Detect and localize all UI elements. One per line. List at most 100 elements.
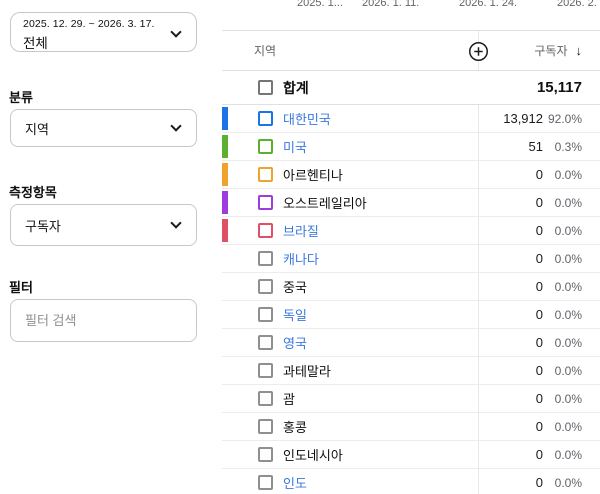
table-body: 대한민국 13,912 92.0% 미국 51 0.3% 아르헨티나 0 0.0… xyxy=(222,105,600,494)
subscriber-percent: 0.0% xyxy=(543,392,582,406)
table-row: 홍콩 0 0.0% xyxy=(222,413,600,441)
sort-descending-icon: ↓ xyxy=(576,43,583,58)
table-row: 오스트레일리아 0 0.0% xyxy=(222,189,600,217)
chevron-down-icon xyxy=(170,120,181,131)
row-checkbox[interactable] xyxy=(258,391,273,406)
row-checkbox[interactable] xyxy=(258,279,273,294)
total-row: 합계 15,117 xyxy=(222,71,600,105)
date-range-text: 2025. 12. 29. ~ 2026. 3. 17. xyxy=(23,18,162,30)
region-name[interactable]: 영국 xyxy=(283,333,483,352)
filter-search-input[interactable] xyxy=(10,299,197,342)
subscriber-count: 0 xyxy=(483,195,543,210)
subscriber-count: 0 xyxy=(483,363,543,378)
total-row-checkbox[interactable] xyxy=(258,80,273,95)
region-name[interactable]: 독일 xyxy=(283,305,483,324)
metric-dropdown[interactable]: 구독자 xyxy=(10,204,197,246)
table-row: 독일 0 0.0% xyxy=(222,301,600,329)
subscriber-percent: 92.0% xyxy=(543,112,582,126)
region-name[interactable]: 인도 xyxy=(283,473,483,492)
subscriber-percent: 0.0% xyxy=(543,448,582,462)
region-name: 오스트레일리아 xyxy=(283,193,483,212)
series-color-bar xyxy=(222,191,228,214)
table-row: 영국 0 0.0% xyxy=(222,329,600,357)
table-row: 미국 51 0.3% xyxy=(222,133,600,161)
row-checkbox[interactable] xyxy=(258,195,273,210)
row-checkbox[interactable] xyxy=(258,475,273,490)
row-checkbox[interactable] xyxy=(258,167,273,182)
date-range-selected: 전체 xyxy=(23,32,162,52)
subscriber-count: 0 xyxy=(483,279,543,294)
subscriber-percent: 0.0% xyxy=(543,364,582,378)
region-name[interactable]: 캐나다 xyxy=(283,249,483,268)
geography-table: 지역 구독자 ↓ 합계 15,117 대한민국 13,912 92.0% 미국 … xyxy=(222,30,600,494)
chevron-down-icon xyxy=(170,217,181,228)
table-row: 캐나다 0 0.0% xyxy=(222,245,600,273)
table-row: 괌 0 0.0% xyxy=(222,385,600,413)
metric-section-label: 측정항목 xyxy=(9,182,57,201)
row-checkbox[interactable] xyxy=(258,447,273,462)
subscriber-percent: 0.0% xyxy=(543,420,582,434)
add-metric-button[interactable] xyxy=(468,41,489,62)
row-checkbox[interactable] xyxy=(258,419,273,434)
subscriber-count: 0 xyxy=(483,223,543,238)
metric-column-header[interactable]: 구독자 ↓ xyxy=(534,42,582,59)
subscriber-percent: 0.0% xyxy=(543,168,582,182)
plus-circle-icon xyxy=(468,41,489,62)
region-name[interactable]: 대한민국 xyxy=(283,109,483,128)
row-checkbox[interactable] xyxy=(258,139,273,154)
region-name: 과테말라 xyxy=(283,361,483,380)
row-checkbox[interactable] xyxy=(258,111,273,126)
region-name[interactable]: 브라질 xyxy=(283,221,483,240)
axis-date-label: 2026. 2. 6. xyxy=(557,0,600,9)
chevron-down-icon xyxy=(170,26,181,37)
region-name: 중국 xyxy=(283,277,483,296)
table-header-row: 지역 구독자 ↓ xyxy=(222,31,600,71)
dimension-section-label: 분류 xyxy=(9,87,33,106)
row-checkbox[interactable] xyxy=(258,223,273,238)
subscriber-percent: 0.0% xyxy=(543,224,582,238)
table-row: 브라질 0 0.0% xyxy=(222,217,600,245)
region-name: 괌 xyxy=(283,389,483,408)
region-column-header: 지역 xyxy=(254,42,276,59)
subscriber-count: 0 xyxy=(483,419,543,434)
row-checkbox[interactable] xyxy=(258,335,273,350)
subscriber-count: 13,912 xyxy=(483,111,543,126)
subscriber-count: 0 xyxy=(483,447,543,462)
subscriber-count: 0 xyxy=(483,167,543,182)
total-subscriber-count: 15,117 xyxy=(537,79,582,96)
series-color-bar xyxy=(222,163,228,186)
subscriber-count: 51 xyxy=(483,139,543,154)
subscriber-percent: 0.0% xyxy=(543,308,582,322)
subscriber-percent: 0.0% xyxy=(543,476,582,490)
axis-date-label: 2026. 1. 11. xyxy=(362,0,419,9)
region-name: 아르헨티나 xyxy=(283,165,483,184)
subscriber-percent: 0.0% xyxy=(543,336,582,350)
subscriber-percent: 0.3% xyxy=(543,140,582,154)
dimension-dropdown[interactable]: 지역 xyxy=(10,109,197,147)
subscriber-percent: 0.0% xyxy=(543,280,582,294)
subscriber-count: 0 xyxy=(483,335,543,350)
region-name: 홍콩 xyxy=(283,417,483,436)
subscriber-percent: 0.0% xyxy=(543,196,582,210)
table-row: 중국 0 0.0% xyxy=(222,273,600,301)
filter-section-label: 필터 xyxy=(9,277,33,296)
axis-date-label: 2026. 1. 24. xyxy=(459,0,517,9)
series-color-bar xyxy=(222,107,228,130)
analytics-page: 2025. 12. 29. ~ 2026. 3. 17. 전체 분류 지역 측정… xyxy=(0,0,600,494)
row-checkbox[interactable] xyxy=(258,307,273,322)
axis-date-label: 2025. 1... xyxy=(297,0,343,9)
subscriber-count: 0 xyxy=(483,307,543,322)
table-row: 대한민국 13,912 92.0% xyxy=(222,105,600,133)
subscriber-count: 0 xyxy=(483,475,543,490)
table-row: 과테말라 0 0.0% xyxy=(222,357,600,385)
dimension-dropdown-value: 지역 xyxy=(25,119,49,138)
row-checkbox[interactable] xyxy=(258,251,273,266)
subscriber-percent: 0.0% xyxy=(543,252,582,266)
subscriber-count: 0 xyxy=(483,251,543,266)
series-color-bar xyxy=(222,135,228,158)
region-name[interactable]: 미국 xyxy=(283,137,483,156)
date-range-selector[interactable]: 2025. 12. 29. ~ 2026. 3. 17. 전체 xyxy=(10,12,197,52)
metric-dropdown-value: 구독자 xyxy=(25,216,61,235)
table-row: 인도네시아 0 0.0% xyxy=(222,441,600,469)
row-checkbox[interactable] xyxy=(258,363,273,378)
